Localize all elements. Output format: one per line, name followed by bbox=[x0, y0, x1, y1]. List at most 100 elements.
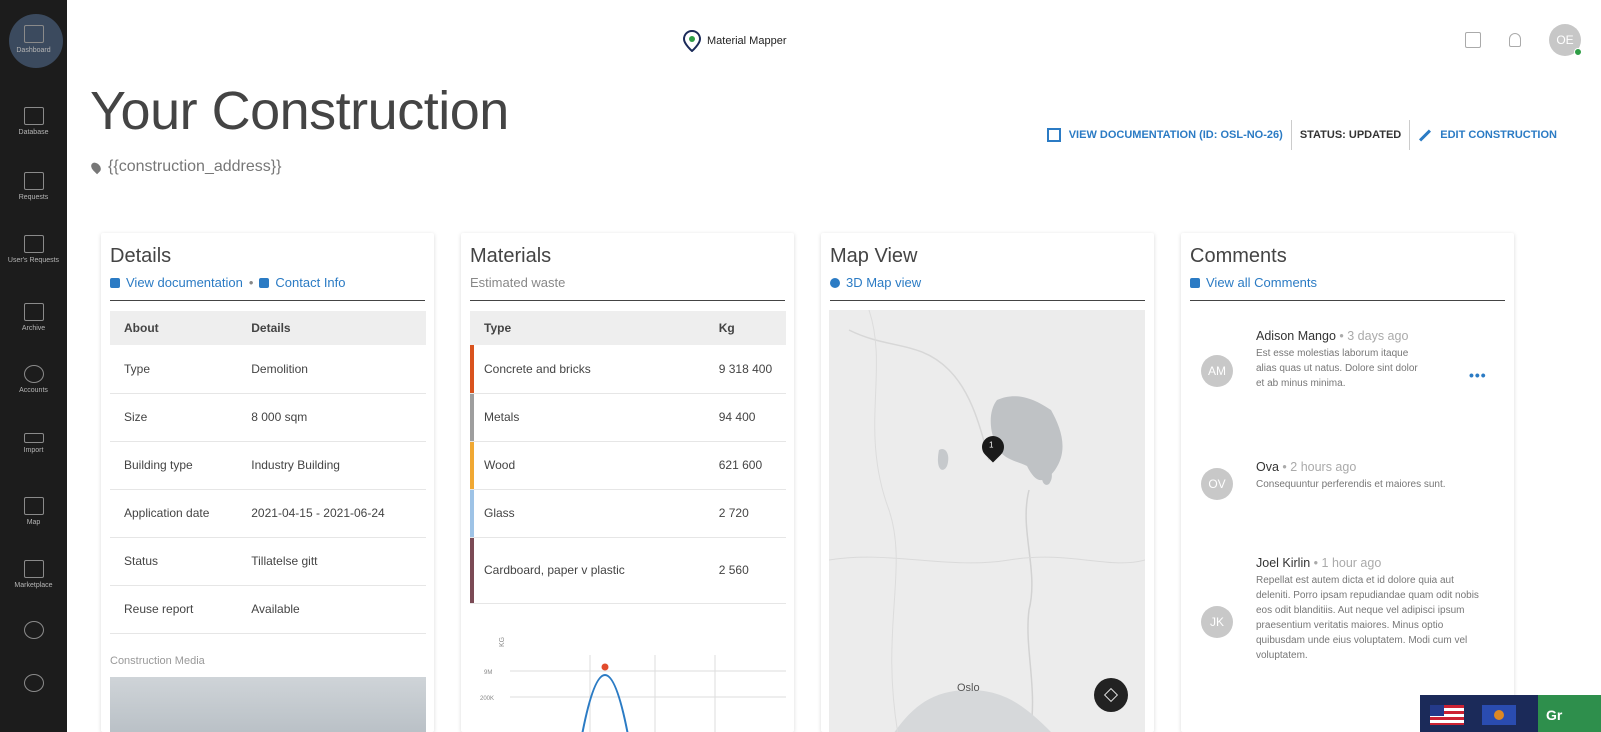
import-icon bbox=[23, 433, 44, 443]
language-widget[interactable]: Gr bbox=[1420, 695, 1601, 732]
cell-label: Building type bbox=[110, 441, 238, 490]
divider bbox=[1190, 300, 1505, 301]
flag-icon[interactable] bbox=[1482, 705, 1516, 725]
card-subtitle: Estimated waste bbox=[470, 275, 566, 290]
us-flag-icon[interactable] bbox=[1430, 705, 1464, 725]
sidebar-item-import[interactable]: Import bbox=[0, 414, 67, 474]
sidebar-item-help[interactable] bbox=[0, 655, 67, 715]
pencil-icon bbox=[1419, 128, 1432, 142]
map-view[interactable]: 1 Oslo bbox=[829, 310, 1145, 732]
sidebar-item-label: Marketplace bbox=[14, 582, 53, 589]
3d-map-link[interactable]: 3D Map view bbox=[830, 275, 921, 290]
cell-value: 8 000 sqm bbox=[237, 393, 426, 442]
table-row: Reuse report Available bbox=[110, 585, 426, 634]
details-card: Details View documentation • Contact Inf… bbox=[101, 233, 434, 732]
details-links: View documentation • Contact Info bbox=[110, 275, 346, 290]
sidebar-item-label: Map bbox=[26, 519, 41, 526]
cell-label: Application date bbox=[110, 489, 238, 538]
sidebar-item-label: Database bbox=[18, 129, 49, 136]
chart-ylabel: KG bbox=[499, 637, 506, 647]
comment-text: Repellat est autem dicta et id dolore qu… bbox=[1256, 575, 1479, 661]
sidebar-item-label: Requests bbox=[18, 194, 49, 201]
edit-construction-label: EDIT CONSTRUCTION bbox=[1440, 129, 1557, 141]
globe-icon bbox=[830, 277, 840, 288]
header-actions: VIEW DOCUMENTATION (ID: OSL-NO-26) STATU… bbox=[1039, 120, 1565, 150]
database-icon bbox=[23, 107, 44, 125]
cell-value: Industry Building bbox=[237, 441, 426, 490]
table-row: Glass 2 720 bbox=[470, 489, 786, 538]
status-badge: STATUS: UPDATED bbox=[1290, 120, 1411, 150]
more-options-icon[interactable]: ••• bbox=[1469, 367, 1487, 383]
cell-value: Tillatelse gitt bbox=[237, 537, 426, 586]
view-documentation-button[interactable]: VIEW DOCUMENTATION (ID: OSL-NO-26) bbox=[1039, 123, 1291, 147]
table-row: Cardboard, paper v plastic 2 560 bbox=[470, 537, 786, 604]
dashboard-icon bbox=[23, 25, 44, 43]
cell-label: Status bbox=[110, 537, 238, 586]
column-header: Kg bbox=[704, 311, 786, 345]
contact-info-link[interactable]: Contact Info bbox=[275, 275, 345, 290]
sidebar-item-settings[interactable] bbox=[0, 602, 67, 662]
avatar-initials: OE bbox=[1556, 33, 1574, 47]
sidebar-item-database[interactable]: Database bbox=[0, 92, 67, 152]
card-title: Details bbox=[110, 245, 172, 267]
chat-icon[interactable] bbox=[1465, 32, 1481, 48]
sidebar-item-label: User's Requests bbox=[7, 257, 60, 264]
3d-map-label: 3D Map view bbox=[846, 275, 922, 290]
comment-time: 1 hour ago bbox=[1321, 556, 1382, 570]
materials-mini-chart: KG 9M 200K bbox=[480, 637, 786, 732]
comment-header: Adison Mango • 3 days ago bbox=[1256, 329, 1486, 343]
map-icon bbox=[23, 497, 44, 515]
material-type: Metals bbox=[484, 410, 520, 424]
locate-button[interactable] bbox=[1094, 678, 1128, 712]
cell-label: Size bbox=[110, 393, 238, 442]
comment-body: Adison Mango • 3 days ago Est esse moles… bbox=[1256, 329, 1486, 391]
view-all-comments-label: View all Comments bbox=[1206, 275, 1318, 290]
material-color-swatch bbox=[470, 441, 474, 489]
sidebar-item-label: Dashboard bbox=[16, 47, 51, 54]
material-kg: 2 560 bbox=[704, 537, 786, 604]
table-row: Concrete and bricks 9 318 400 bbox=[470, 345, 786, 394]
sidebar-item-requests[interactable]: Requests bbox=[0, 157, 67, 217]
material-kg: 9 318 400 bbox=[704, 345, 786, 394]
view-documentation-link[interactable]: View documentation bbox=[126, 275, 243, 290]
view-all-comments-link[interactable]: View all Comments bbox=[1190, 275, 1317, 290]
page-title: Your Construction bbox=[90, 81, 509, 141]
comment-text: Est esse molestias laborum itaque alias … bbox=[1256, 348, 1418, 389]
materials-card: Materials Estimated waste Type Kg Concre… bbox=[461, 233, 794, 732]
language-label[interactable]: Gr bbox=[1538, 695, 1601, 732]
cell-value: 2021-04-15 - 2021-06-24 bbox=[237, 489, 426, 538]
details-table: About Details Type Demolition Size 8 000 s… bbox=[110, 311, 426, 634]
help-icon bbox=[23, 674, 44, 692]
material-kg: 94 400 bbox=[704, 393, 786, 442]
chart-point[interactable] bbox=[601, 663, 609, 671]
edit-construction-button[interactable]: EDIT CONSTRUCTION bbox=[1410, 123, 1565, 147]
sidebar-item-label: Import bbox=[23, 447, 44, 454]
construction-address: {{construction_address}} bbox=[89, 158, 281, 176]
tick-label: 200K bbox=[480, 696, 494, 702]
sidebar-item-accounts[interactable]: Accounts bbox=[0, 350, 67, 410]
cell-label: Reuse report bbox=[110, 585, 238, 634]
cell-value: Demolition bbox=[237, 345, 426, 394]
material-type: Concrete and bricks bbox=[484, 361, 591, 376]
divider bbox=[830, 300, 1145, 301]
marketplace-icon bbox=[23, 560, 44, 578]
sidebar-item-user-requests[interactable]: User's Requests bbox=[0, 220, 67, 280]
construction-media-image[interactable] bbox=[110, 677, 426, 732]
sidebar-item-map[interactable]: Map bbox=[0, 482, 67, 542]
sidebar-item-archive[interactable]: Archive bbox=[0, 288, 67, 348]
brand[interactable]: Material Mapper bbox=[683, 30, 786, 52]
sidebar-item-dashboard[interactable]: Dashboard bbox=[0, 10, 67, 70]
comment-header: Ova • 2 hours ago bbox=[1256, 460, 1486, 474]
comment-author: Ova bbox=[1256, 460, 1279, 474]
card-title: Comments bbox=[1190, 245, 1287, 267]
table-row: Status Tillatelse gitt bbox=[110, 537, 426, 586]
bell-icon[interactable] bbox=[1509, 33, 1521, 47]
table-header-row: Type Kg bbox=[470, 311, 786, 345]
materials-table: Type Kg Concrete and bricks 9 318 400 Me… bbox=[470, 311, 786, 604]
comment-body: Joel Kirlin • 1 hour ago Repellat est au… bbox=[1256, 556, 1486, 663]
sidebar-item-marketplace[interactable]: Marketplace bbox=[0, 545, 67, 605]
material-color-swatch bbox=[470, 537, 474, 603]
user-avatar[interactable]: OE bbox=[1549, 24, 1582, 56]
user-requests-icon bbox=[23, 235, 44, 253]
comment-separator: • bbox=[1310, 556, 1322, 570]
